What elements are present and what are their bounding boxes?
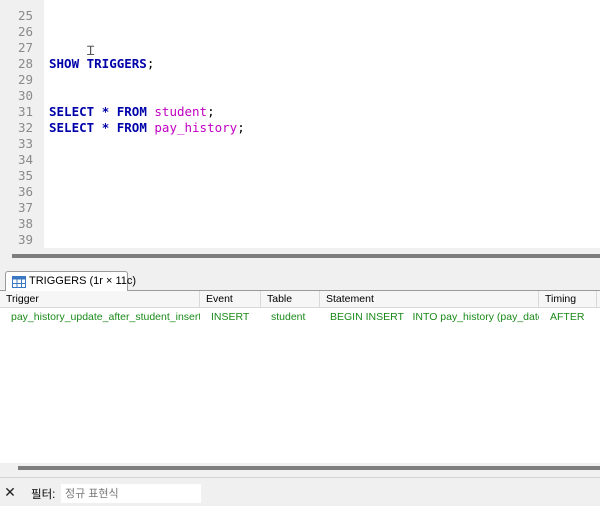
code-text[interactable]: SHOW TRIGGERS; [49,56,154,72]
sql-keyword: SHOW TRIGGERS [49,56,147,71]
table-row[interactable]: pay_history_update_after_student_insert … [0,308,600,326]
sql-keyword: SELECT [49,120,95,135]
code-line[interactable]: 38 [0,216,600,232]
cell-trigger[interactable]: pay_history_update_after_student_insert [0,308,200,326]
code-line[interactable]: 34 [0,152,600,168]
sql-punctuation [94,120,102,135]
column-header-statement[interactable]: Statement [320,291,539,308]
line-number: 32 [17,120,33,135]
cell-table[interactable]: student [261,308,320,326]
sql-punctuation [94,104,102,119]
sql-keyword: FROM [116,120,147,135]
code-line[interactable]: 35 [0,168,600,184]
line-number: 31 [17,104,33,119]
code-text[interactable]: SELECT * FROM pay_history; [49,120,245,136]
line-number: 39 [17,232,33,247]
sql-punctuation: ; [237,120,245,135]
line-number: 35 [17,168,33,183]
line-number: 33 [17,136,33,151]
filter-bar: ✕ 필터: [0,477,600,506]
filter-label: 필터: [31,489,56,501]
line-number: 26 [17,24,33,39]
code-line[interactable]: 30 [0,88,600,104]
line-number: 29 [17,72,33,87]
code-line[interactable]: 39 [0,232,600,248]
code-line[interactable]: 37 [0,200,600,216]
code-line[interactable]: 25 [0,8,600,24]
code-line[interactable]: 26 [0,24,600,40]
line-number: 38 [17,216,33,231]
line-number: 36 [17,184,33,199]
sql-keyword: FROM [116,104,147,119]
code-line[interactable]: 31 SELECT * FROM student; [0,104,600,120]
cell-statement[interactable]: BEGIN INSERT INTO pay_history (pay_date,… [320,308,539,326]
column-header-event[interactable]: Event [200,291,261,308]
grid-header-row: Trigger Event Table Statement Timing [0,291,600,308]
horizontal-scrollbar[interactable] [18,466,600,470]
line-number: 27 [17,40,33,55]
tab-triggers-result[interactable]: TRIGGERS (1r × 11c) [5,271,136,291]
sql-punctuation: ; [207,104,215,119]
splitter-handle[interactable] [12,254,600,258]
table-grid-icon [12,276,26,288]
sql-identifier: pay_history [154,120,238,135]
line-number: 30 [17,88,33,103]
sql-editor[interactable]: 25 26 27 28 SHOW TRIGGERS; 29 30 31 SELECT * FRO… [0,0,600,248]
code-line[interactable]: 36 [0,184,600,200]
code-line[interactable]: 33 [0,136,600,152]
sql-identifier: student [154,104,208,119]
cell-timing[interactable]: AFTER [539,308,597,326]
sql-punctuation: ; [146,56,155,71]
sql-punctuation [109,120,117,135]
cell-event[interactable]: INSERT [200,308,261,326]
close-icon[interactable]: ✕ [2,484,18,500]
line-number: 34 [17,152,33,167]
sql-keyword: SELECT [49,104,95,119]
column-header-timing[interactable]: Timing [539,291,597,308]
results-grid[interactable]: Trigger Event Table Statement Timing pay… [0,291,600,463]
column-header-table[interactable]: Table [261,291,320,308]
line-number: 37 [17,200,33,215]
filter-regex-input[interactable] [61,484,201,503]
line-number: 25 [17,8,33,23]
tab-label: TRIGGERS (1r × 11c) [29,275,137,287]
code-text[interactable]: SELECT * FROM student; [49,104,215,120]
column-header-trigger[interactable]: Trigger [0,291,200,308]
sql-punctuation [109,104,117,119]
text-cursor-icon: Ɪ [87,44,95,59]
code-line[interactable]: 32 SELECT * FROM pay_history; [0,120,600,136]
line-number: 28 [17,56,33,71]
code-line[interactable]: 29 [0,72,600,88]
